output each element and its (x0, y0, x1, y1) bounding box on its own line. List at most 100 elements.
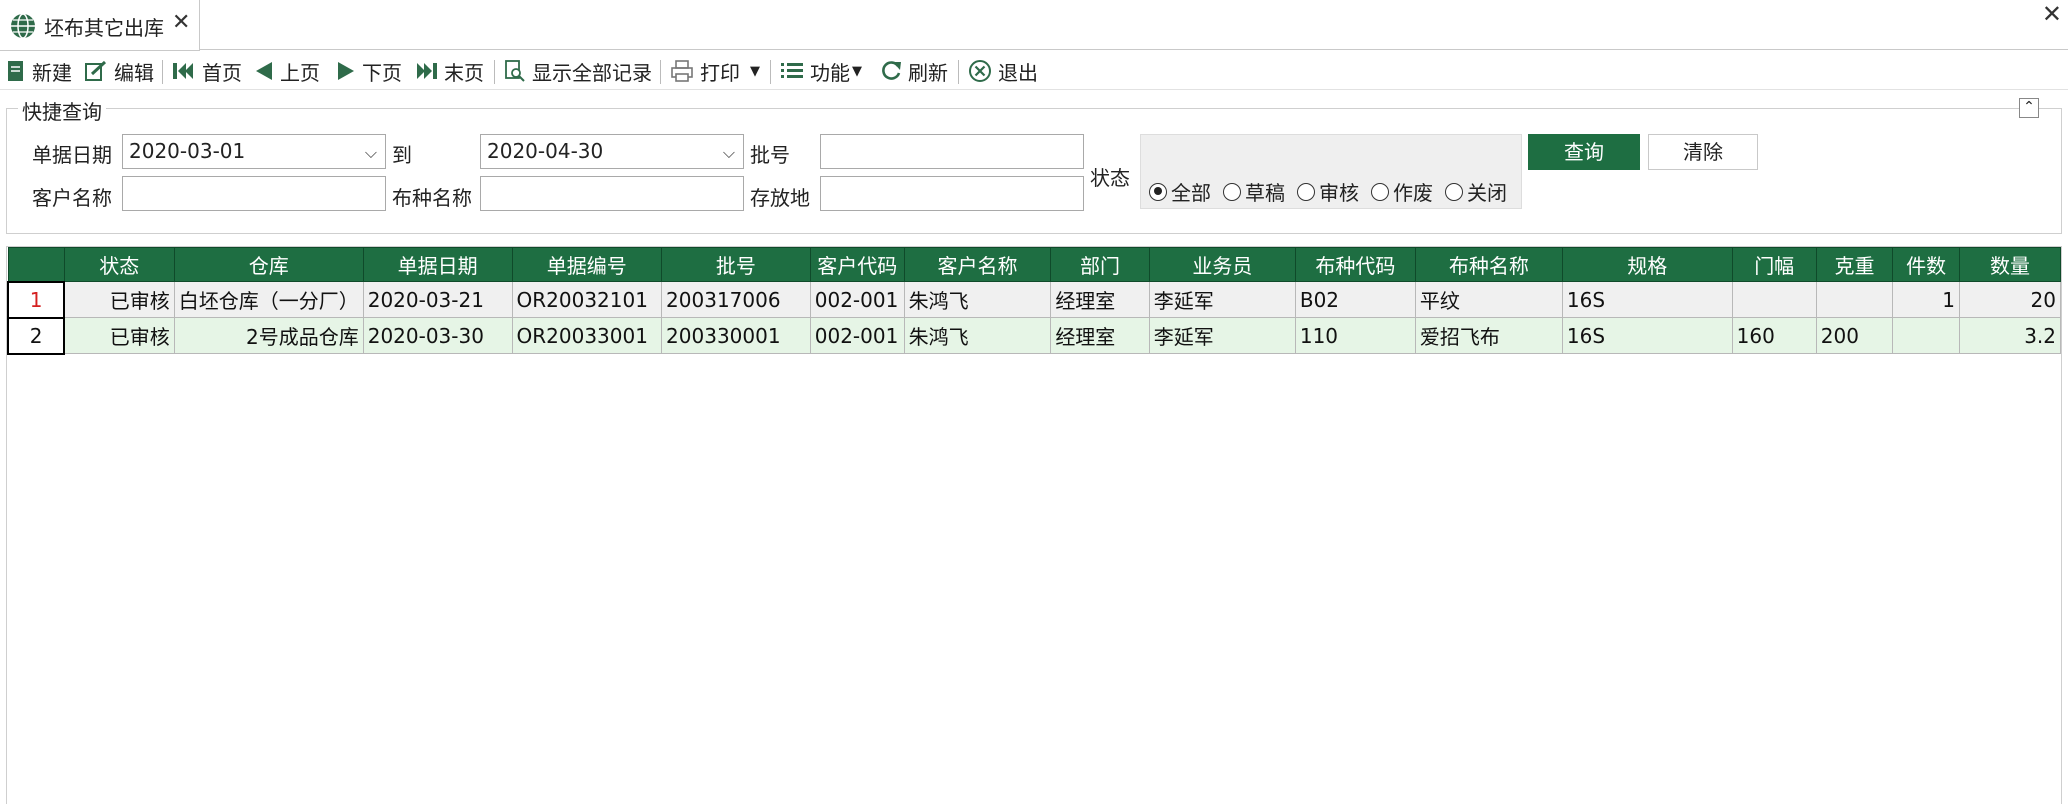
table-cell[interactable]: 160 (1731, 317, 1817, 354)
radio-icon (1297, 182, 1315, 201)
last-page-label: 末页 (444, 60, 484, 85)
date-from-value: 2020-03-01 (129, 139, 246, 163)
edit-button[interactable]: 编辑 (84, 56, 154, 86)
exit-label: 退出 (998, 60, 1038, 85)
quick-query-legend: 快捷查询 (18, 96, 106, 125)
last-page-button[interactable]: 末页 (414, 56, 484, 86)
table-cell[interactable]: 已审核 (63, 281, 175, 318)
column-header[interactable]: 规格 (1561, 247, 1733, 282)
column-header[interactable]: 数量 (1958, 247, 2061, 282)
row-number[interactable]: 2 (7, 317, 66, 355)
table-cell[interactable]: 白坯仓库（一分厂） (173, 281, 364, 318)
table-cell[interactable]: 爱招飞布 (1414, 317, 1563, 354)
print-button[interactable]: 打印 ▼ (670, 56, 760, 86)
column-header[interactable]: 单据编号 (511, 247, 663, 282)
printer-icon (671, 60, 693, 82)
status-radio-void[interactable]: 作废 (1371, 177, 1433, 206)
table-row[interactable]: 1 已审核 白坯仓库（一分厂） 2020-03-21 OR20032101 20… (7, 280, 2061, 319)
first-page-button[interactable]: 首页 (172, 56, 242, 86)
table-cell[interactable]: 110 (1294, 317, 1416, 354)
table-cell[interactable]: 朱鸿飞 (903, 317, 1052, 354)
date-label: 单据日期 (32, 143, 112, 167)
refresh-button[interactable]: 刷新 (880, 56, 948, 86)
to-label: 到 (392, 143, 412, 167)
table-cell[interactable]: OR20033001 (511, 317, 663, 354)
table-cell[interactable]: 16S (1561, 281, 1733, 318)
list-icon (781, 63, 803, 78)
exit-button[interactable]: 退出 (968, 56, 1038, 86)
table-cell[interactable]: 1 (1892, 281, 1960, 318)
table-cell[interactable]: 20 (1958, 281, 2061, 318)
table-cell[interactable]: 经理室 (1050, 317, 1150, 354)
fabric-input[interactable] (480, 176, 744, 211)
table-cell[interactable]: 李延军 (1148, 317, 1296, 354)
table-cell[interactable] (1815, 281, 1894, 318)
chevron-down-icon[interactable]: ⌵ (723, 140, 735, 165)
status-radio-draft[interactable]: 草稿 (1223, 177, 1285, 206)
table-cell[interactable]: OR20032101 (511, 281, 663, 318)
column-header[interactable]: 单据日期 (362, 247, 513, 282)
tab-close-icon[interactable]: ✕ (172, 10, 190, 35)
tab-active[interactable]: 坯布其它出库 ✕ (0, 0, 200, 51)
table-cell[interactable]: 3.2 (1958, 317, 2061, 354)
function-label: 功能 (810, 60, 850, 85)
column-header[interactable]: 业务员 (1148, 247, 1296, 282)
customer-input[interactable] (122, 176, 386, 211)
column-header[interactable]: 布种代码 (1294, 247, 1416, 282)
column-header[interactable]: 状态 (63, 247, 175, 282)
table-cell[interactable]: 2020-03-21 (362, 281, 513, 318)
column-header[interactable]: 门幅 (1731, 247, 1817, 282)
show-all-button[interactable]: 显示全部记录 (504, 56, 652, 86)
show-all-label: 显示全部记录 (532, 60, 652, 85)
column-header[interactable]: 客户名称 (903, 247, 1052, 282)
column-header[interactable]: 客户代码 (809, 247, 905, 282)
status-radio-all[interactable]: 全部 (1149, 177, 1211, 206)
new-button[interactable]: 新建 (6, 56, 72, 86)
clear-button[interactable]: 清除 (1648, 134, 1758, 170)
column-header[interactable]: 仓库 (173, 247, 364, 282)
refresh-label: 刷新 (908, 60, 948, 85)
chevron-down-icon[interactable]: ⌵ (365, 140, 377, 165)
collapse-icon[interactable]: ⌃ (2019, 98, 2039, 118)
table-cell[interactable]: 朱鸿飞 (903, 281, 1052, 318)
batch-input[interactable] (820, 134, 1084, 169)
table-cell[interactable]: 16S (1561, 317, 1733, 354)
row-number[interactable]: 1 (7, 280, 66, 319)
column-header[interactable]: 批号 (661, 247, 811, 282)
table-cell[interactable]: 002-001 (809, 317, 905, 354)
table-cell[interactable]: 2020-03-30 (362, 317, 513, 354)
table-cell[interactable]: 平纹 (1414, 281, 1563, 318)
table-cell[interactable]: B02 (1294, 281, 1416, 318)
prev-page-button[interactable]: 上页 (254, 56, 320, 86)
table-cell[interactable]: 2号成品仓库 (173, 317, 364, 354)
column-header[interactable]: 布种名称 (1414, 247, 1563, 282)
table-cell[interactable]: 200 (1815, 317, 1894, 354)
window-close-icon[interactable]: ✕ (2042, 0, 2062, 28)
table-row[interactable]: 2 已审核 2号成品仓库 2020-03-30 OR20033001 20033… (7, 317, 2061, 355)
prev-page-label: 上页 (280, 60, 320, 85)
location-input[interactable] (820, 176, 1084, 211)
exit-icon (969, 60, 991, 82)
date-to-input[interactable]: 2020-04-30 ⌵ (480, 134, 744, 169)
table-cell[interactable]: 经理室 (1050, 281, 1150, 318)
status-radio-closed[interactable]: 关闭 (1445, 177, 1507, 206)
search-doc-icon (505, 60, 525, 82)
next-page-button[interactable]: 下页 (336, 56, 402, 86)
location-label: 存放地 (750, 186, 810, 210)
query-button[interactable]: 查询 (1528, 134, 1640, 170)
column-header[interactable]: 件数 (1892, 247, 1960, 282)
status-radio-approved[interactable]: 审核 (1297, 177, 1359, 206)
table-cell[interactable]: 200330001 (661, 317, 811, 354)
table-cell[interactable]: 李延军 (1148, 281, 1296, 318)
data-table: 状态 仓库 单据日期 单据编号 批号 客户代码 客户名称 部门 业务员 布种代码… (7, 247, 2061, 355)
column-header[interactable]: 部门 (1050, 247, 1150, 282)
first-page-label: 首页 (202, 60, 242, 85)
table-cell[interactable]: 200317006 (661, 281, 811, 318)
date-from-input[interactable]: 2020-03-01 ⌵ (122, 134, 386, 169)
column-header[interactable]: 克重 (1815, 247, 1894, 282)
function-button[interactable]: 功能 ▼ (780, 56, 862, 86)
table-cell[interactable]: 002-001 (809, 281, 905, 318)
table-cell[interactable] (1731, 281, 1817, 318)
table-cell[interactable] (1892, 317, 1960, 354)
table-cell[interactable]: 已审核 (63, 317, 175, 354)
